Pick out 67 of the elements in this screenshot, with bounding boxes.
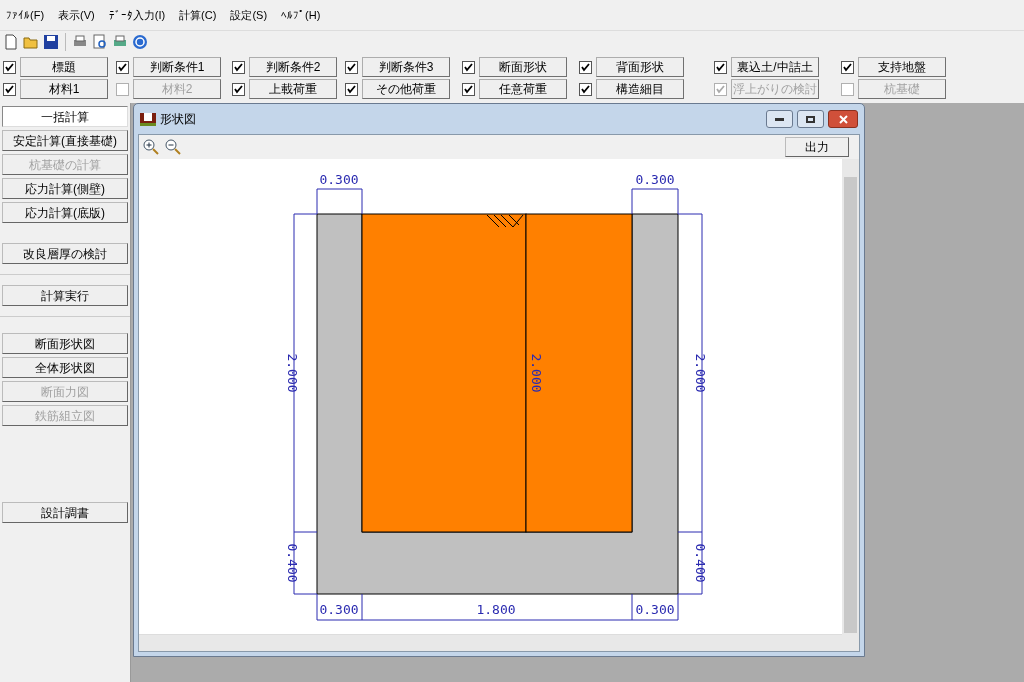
zoom-out-icon[interactable] xyxy=(165,139,181,155)
input-button[interactable]: 上載荷重 xyxy=(249,79,337,99)
checkbox[interactable] xyxy=(232,82,245,96)
input-button[interactable]: 任意荷重 xyxy=(479,79,567,99)
input-button[interactable]: 材料1 xyxy=(20,79,108,99)
window-title: 形状図 xyxy=(160,111,197,128)
input-button[interactable]: 判断条件3 xyxy=(362,57,450,77)
menu-item[interactable]: ﾌｧｲﾙ(F) xyxy=(6,6,45,24)
menu-item[interactable]: 設定(S) xyxy=(230,6,268,24)
checkbox[interactable] xyxy=(116,60,129,74)
dimension-label: 0.300 xyxy=(635,172,675,187)
checkbox[interactable] xyxy=(345,82,358,96)
menu-item[interactable]: 表示(V) xyxy=(58,6,95,24)
help-icon[interactable] xyxy=(132,33,148,50)
menu-item[interactable]: 計算(C) xyxy=(179,6,217,24)
save-icon[interactable] xyxy=(43,33,59,50)
app-icon xyxy=(140,111,156,127)
menu-item[interactable]: ﾃﾞｰﾀ入力(I) xyxy=(108,6,166,24)
dimension-label: 0.300 xyxy=(635,602,675,617)
sidebar-button[interactable]: 応力計算(側壁) xyxy=(2,178,128,199)
dimension-label: 0.400 xyxy=(693,543,708,583)
dimension-label: 1.800 xyxy=(476,602,516,617)
input-button[interactable]: 断面形状 xyxy=(479,57,567,77)
close-button[interactable] xyxy=(828,110,858,128)
close-icon xyxy=(838,114,848,124)
output-button[interactable]: 出力 xyxy=(785,137,849,157)
input-button[interactable]: 裏込土/中詰土 xyxy=(731,57,819,77)
input-button[interactable]: 標題 xyxy=(20,57,108,77)
input-button[interactable]: その他荷重 xyxy=(362,79,450,99)
sidebar-button[interactable]: 断面形状図 xyxy=(2,333,128,354)
checkbox[interactable] xyxy=(3,60,16,74)
sidebar-button[interactable]: 設計調書 xyxy=(2,502,128,523)
dimension-label: 0.400 xyxy=(285,543,300,583)
dimension-label: 2.000 xyxy=(693,353,708,393)
dimension-label: 0.300 xyxy=(319,602,359,617)
maximize-button[interactable] xyxy=(797,110,824,128)
dimension-label: 0.300 xyxy=(319,172,359,187)
input-button[interactable]: 判断条件2 xyxy=(249,57,337,77)
input-button[interactable]: 構造細目 xyxy=(596,79,684,99)
checkbox[interactable] xyxy=(3,82,16,96)
checkbox[interactable] xyxy=(579,82,592,96)
input-button[interactable]: 背面形状 xyxy=(596,57,684,77)
dimension-label: 2.000 xyxy=(285,353,300,393)
horizontal-scrollbar[interactable] xyxy=(139,634,842,651)
checkbox[interactable] xyxy=(579,60,592,74)
input-button[interactable]: 判断条件1 xyxy=(133,57,221,77)
checkbox[interactable] xyxy=(232,60,245,74)
sidebar-button[interactable]: 改良層厚の検討 xyxy=(2,243,128,264)
dimension-label: 2.000 xyxy=(529,353,544,393)
sidebar-button[interactable]: 応力計算(底版) xyxy=(2,202,128,223)
print-preview-icon[interactable] xyxy=(92,33,108,50)
menu-item[interactable]: ﾍﾙﾌﾟ(H) xyxy=(281,6,321,24)
checkbox[interactable] xyxy=(841,60,854,74)
input-button[interactable]: 支持地盤 xyxy=(858,57,946,77)
new-file-icon[interactable] xyxy=(3,33,19,50)
sidebar-button[interactable]: 安定計算(直接基礎) xyxy=(2,130,128,151)
zoom-in-icon[interactable] xyxy=(143,139,159,155)
sidebar-button[interactable]: 全体形状図 xyxy=(2,357,128,378)
sidebar-button[interactable]: 一括計算 xyxy=(2,106,128,127)
checkbox[interactable] xyxy=(462,60,475,74)
checkbox[interactable] xyxy=(714,60,727,74)
hatch-icon xyxy=(486,214,524,228)
sidebar-button[interactable]: 計算実行 xyxy=(2,285,128,306)
vertical-scrollbar[interactable] xyxy=(842,159,859,651)
minimize-button[interactable] xyxy=(766,110,793,128)
checkbox[interactable] xyxy=(462,82,475,96)
checkbox[interactable] xyxy=(345,60,358,74)
